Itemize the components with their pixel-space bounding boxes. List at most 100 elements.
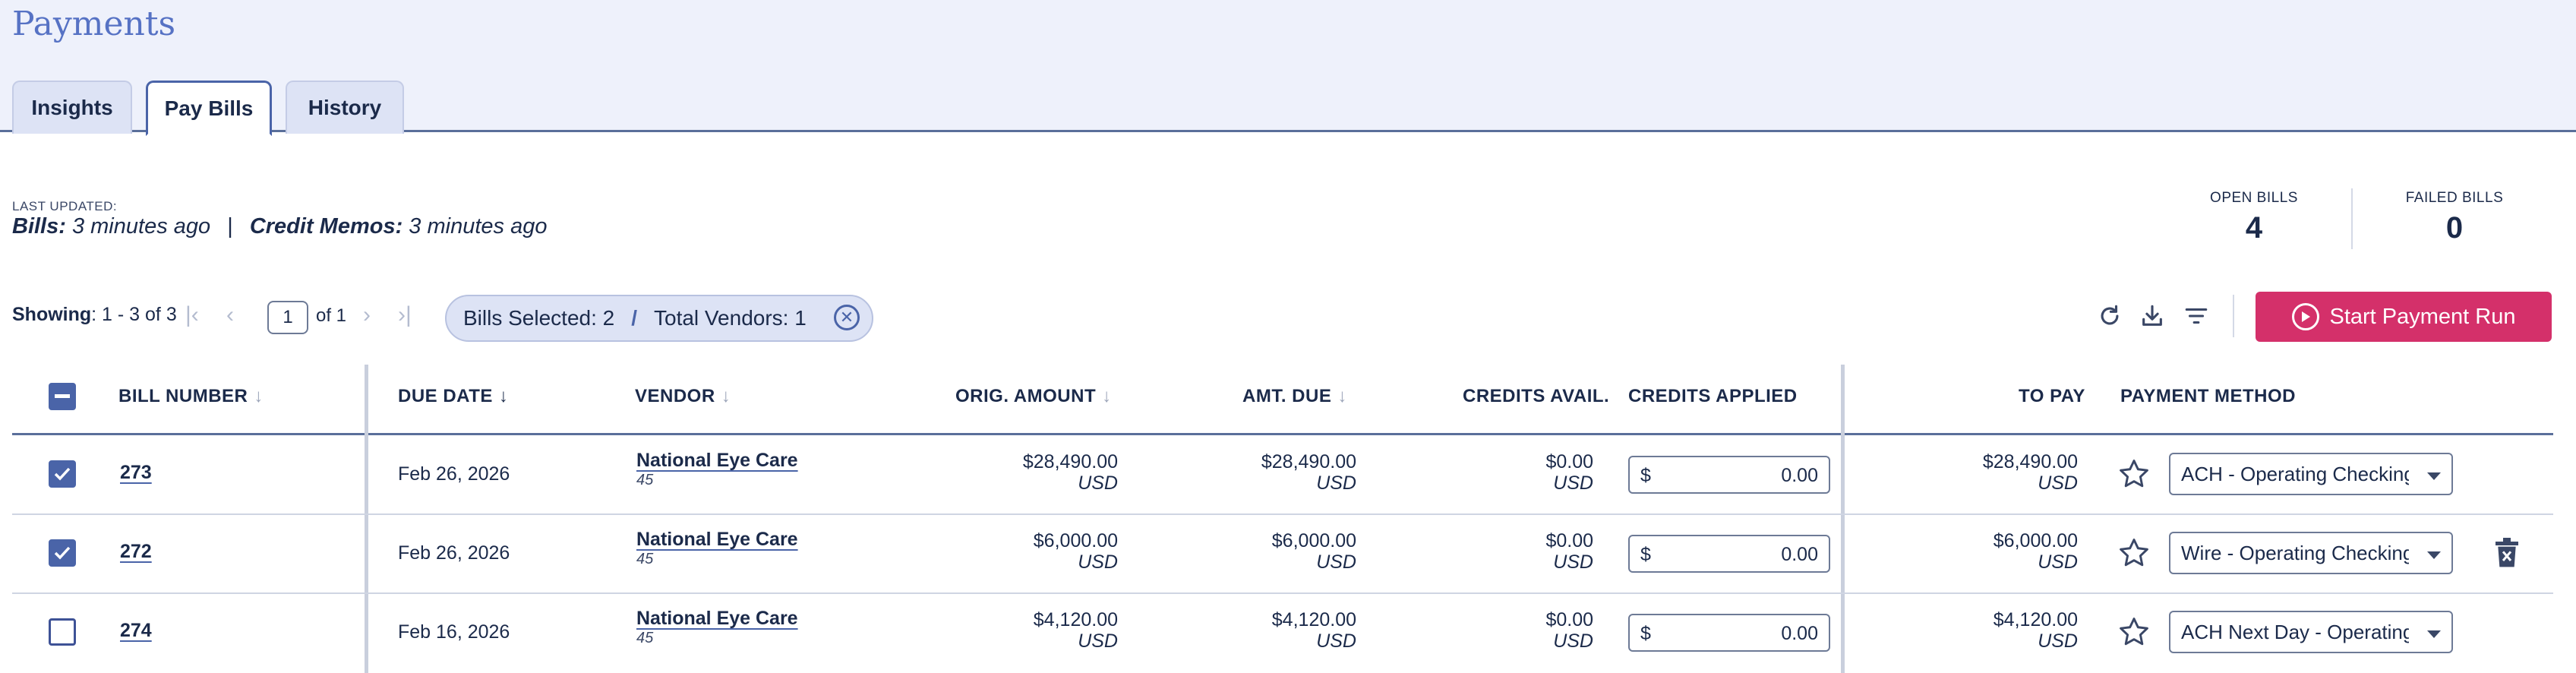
header-payment-method: PAYMENT METHOD [2120,386,2297,406]
amt-due: $4,120.00 USD [1271,609,1356,652]
last-updated-text: Bills: 3 minutes ago | Credit Memos: 3 m… [12,214,547,239]
failed-bills-value: 0 [2445,211,2464,245]
due-date: Feb 16, 2026 [398,621,510,643]
counter-divider [2351,188,2353,249]
to-pay: $28,490.00 USD [1982,451,2078,494]
row-divider [12,513,2553,515]
sort-arrow-icon: ↓ [721,386,731,406]
header-credits-avail: CREDITS AVAIL. [1463,386,1610,406]
header-due-date[interactable]: DUE DATE ↓ [398,386,508,407]
vendor-link[interactable]: National Eye Care [636,450,798,472]
first-page-icon[interactable]: |‹ [185,302,199,328]
failed-bills-counter: FAILED BILLS 0 [2398,190,2511,245]
orig-amount: $6,000.00 USD [1033,530,1118,573]
vendor-id: 45 [636,551,654,567]
favorite-star-icon[interactable] [2117,457,2151,491]
vendor-link[interactable]: National Eye Care [636,529,798,551]
vendor-id: 45 [636,472,654,488]
start-payment-run-label: Start Payment Run [2329,304,2516,329]
credits-avail: $0.00 USD [1545,451,1593,494]
header-orig-amount[interactable]: ORIG. AMOUNT ↓ [955,386,1112,407]
to-pay: $4,120.00 USD [1993,609,2078,652]
sort-arrow-icon: ↓ [1102,386,1112,406]
vendor-cell: National Eye Care 45 [636,529,798,568]
sort-arrow-icon: ↓ [254,386,264,406]
tab-pay-bills[interactable]: Pay Bills [146,81,272,136]
showing-value: : 1 - 3 of 3 [91,304,177,325]
page-of-text: of 1 [316,305,347,326]
next-page-icon[interactable]: › [363,302,371,328]
header-vendor[interactable]: VENDOR ↓ [635,386,731,407]
page-header: Payments Insights Pay Bills History [0,0,2576,136]
payment-method-select[interactable]: Wire - Operating Checking [2169,532,2453,574]
chevron-down-icon [2427,472,2441,480]
page-title: Payments [12,5,176,43]
credits-applied-input[interactable]: $0.00 [1628,456,1830,494]
favorite-star-icon[interactable] [2117,615,2151,649]
page-number-input[interactable]: 1 [267,301,308,334]
row-checkbox[interactable] [49,539,76,567]
showing-text: Showing: 1 - 3 of 3 [12,304,177,326]
payment-method-select[interactable]: ACH - Operating Checking [2169,453,2453,495]
row-checkbox[interactable] [49,618,76,646]
sort-arrow-icon: ↓ [1337,386,1347,406]
chevron-down-icon [2427,630,2441,638]
last-page-icon[interactable]: ›| [398,302,412,328]
chevron-down-icon [2427,551,2441,559]
row-checkbox[interactable] [49,460,76,488]
header-credits-applied: CREDITS APPLIED [1628,386,1798,406]
showing-label: Showing [12,304,92,325]
row-divider [12,592,2553,594]
due-date: Feb 26, 2026 [398,542,510,564]
start-payment-run-button[interactable]: Start Payment Run [2256,292,2552,342]
total-vendors-text: Total Vendors: 1 [654,306,807,330]
amt-due: $28,490.00 USD [1261,451,1356,494]
selection-chip: Bills Selected: 2 / Total Vendors: 1 [445,295,873,342]
header-to-pay: TO PAY [2019,386,2085,406]
sort-arrow-active-icon: ↓ [498,386,509,406]
last-updated-label: LAST UPDATED: [12,199,118,213]
bills-updated-label: Bills: [12,214,66,239]
bill-number-link[interactable]: 274 [120,620,152,642]
column-divider [1841,365,1845,673]
tab-history[interactable]: History [286,81,404,134]
credit-memos-updated-label: Credit Memos: [249,214,403,239]
column-divider [365,365,368,673]
chip-separator: / [631,306,637,330]
credits-avail: $0.00 USD [1545,530,1593,573]
vendor-link[interactable]: National Eye Care [636,608,798,630]
orig-amount: $28,490.00 USD [1022,451,1118,494]
credits-avail: $0.00 USD [1545,609,1593,652]
header-bill-number[interactable]: BILL NUMBER ↓ [118,386,264,407]
clear-selection-icon[interactable]: ✕ [834,305,860,330]
open-bills-value: 4 [2245,211,2263,245]
credits-applied-input[interactable]: $0.00 [1628,535,1830,573]
vendor-id: 45 [636,630,654,646]
delete-icon[interactable] [2494,538,2520,568]
tab-insights[interactable]: Insights [12,81,132,134]
credit-memos-updated-value: 3 minutes ago [409,214,548,239]
orig-amount: $4,120.00 USD [1033,609,1118,652]
play-icon [2291,303,2319,330]
to-pay: $6,000.00 USD [1993,530,2078,573]
last-updated-separator: | [227,214,233,239]
download-icon[interactable] [2136,299,2169,333]
bills-updated-value: 3 minutes ago [71,214,211,239]
previous-page-icon[interactable]: ‹ [226,302,234,328]
favorite-star-icon[interactable] [2117,536,2151,570]
amt-due: $6,000.00 USD [1271,530,1356,573]
bill-number-link[interactable]: 272 [120,541,152,563]
credits-applied-input[interactable]: $0.00 [1628,614,1830,652]
vendor-cell: National Eye Care 45 [636,450,798,489]
bill-number-link[interactable]: 273 [120,462,152,484]
due-date: Feb 26, 2026 [398,463,510,485]
payment-method-select[interactable]: ACH Next Day - Operating [2169,611,2453,653]
select-all-checkbox[interactable] [49,383,76,410]
header-amt-due[interactable]: AMT. DUE ↓ [1242,386,1347,407]
open-bills-counter: OPEN BILLS 4 [2207,190,2301,245]
toolbar-divider [2233,295,2234,337]
refresh-icon[interactable] [2093,299,2126,333]
filter-icon[interactable] [2180,299,2213,333]
bills-selected-text: Bills Selected: 2 [463,306,615,330]
vendor-cell: National Eye Care 45 [636,608,798,647]
